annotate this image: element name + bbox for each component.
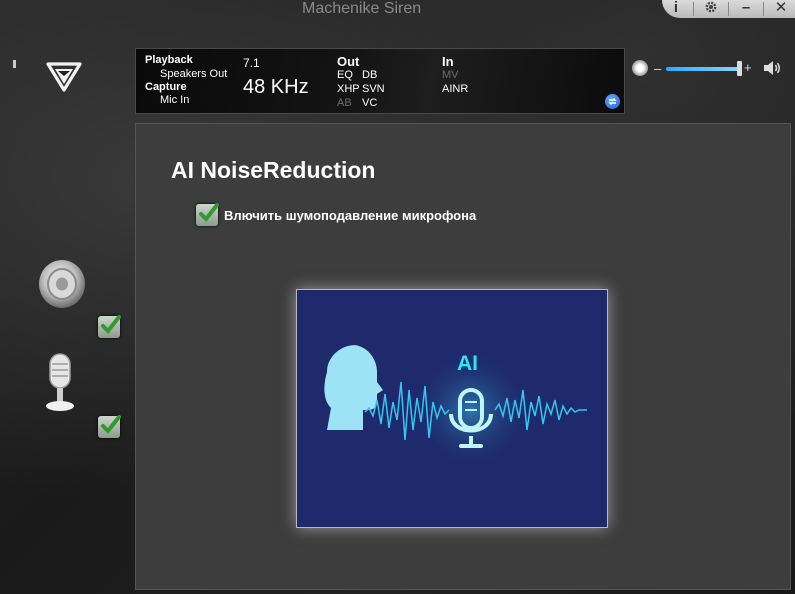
volume-control: – + bbox=[632, 59, 787, 79]
speaker-checkbox[interactable] bbox=[98, 315, 121, 338]
out-header: Out bbox=[337, 54, 360, 69]
in-header: In bbox=[442, 54, 454, 69]
capture-device: Mic In bbox=[160, 94, 190, 106]
volume-plus[interactable]: + bbox=[744, 60, 752, 75]
refresh-icon bbox=[608, 98, 617, 105]
status-panel: Playback Speakers Out Capture Mic In 7.1… bbox=[135, 48, 625, 114]
main-panel: AI NoiseReduction Влючить шумоподавление… bbox=[135, 123, 791, 590]
noise-reduction-label: Влючить шумоподавление микрофона bbox=[224, 207, 477, 223]
playback-label: Playback bbox=[145, 54, 193, 66]
window-title: Machenike Siren bbox=[302, 0, 422, 17]
settings-button[interactable] bbox=[700, 0, 722, 16]
out-item-xhp: XHP bbox=[337, 83, 360, 95]
divider bbox=[728, 2, 729, 16]
close-icon: ✕ bbox=[774, 0, 788, 16]
out-item-ab: AB bbox=[337, 97, 352, 109]
in-item-mv: MV bbox=[442, 69, 459, 81]
ai-illustration bbox=[324, 345, 587, 470]
gear-icon bbox=[705, 1, 717, 13]
out-item-eq: EQ bbox=[337, 69, 353, 81]
speaker-volume-icon[interactable] bbox=[762, 59, 782, 77]
minimize-icon: – bbox=[741, 0, 751, 16]
divider bbox=[693, 2, 694, 16]
microphone-icon[interactable] bbox=[42, 352, 78, 414]
info-button[interactable]: i bbox=[665, 0, 687, 16]
balance-knob[interactable] bbox=[632, 60, 648, 76]
volume-minus[interactable]: – bbox=[654, 61, 661, 76]
out-item-svn: SVN bbox=[362, 83, 385, 95]
refresh-button[interactable] bbox=[605, 94, 620, 109]
in-item-ainr: AINR bbox=[442, 83, 469, 95]
info-icon: i bbox=[673, 0, 679, 16]
channels-value: 7.1 bbox=[243, 56, 260, 70]
capture-label: Capture bbox=[145, 81, 187, 93]
window-controls: i – ✕ bbox=[662, 0, 795, 18]
playback-device: Speakers Out bbox=[160, 68, 228, 80]
edge-marker bbox=[13, 60, 16, 68]
volume-slider-thumb[interactable] bbox=[737, 61, 742, 76]
sample-rate-value: 48 KHz bbox=[243, 76, 309, 98]
out-item-vc: VC bbox=[362, 97, 378, 109]
noise-reduction-checkbox[interactable] bbox=[196, 203, 219, 226]
checkmark-icon bbox=[199, 203, 219, 223]
out-item-db: DB bbox=[362, 69, 378, 81]
noise-reduction-option[interactable]: Влючить шумоподавление микрофона bbox=[196, 203, 477, 226]
volume-slider[interactable] bbox=[666, 67, 740, 71]
ai-noise-reduction-image: AI bbox=[296, 289, 608, 528]
page-title: AI NoiseReduction bbox=[171, 157, 376, 183]
checkmark-icon bbox=[101, 315, 121, 335]
ai-image-text: AI bbox=[457, 352, 478, 375]
checkmark-icon bbox=[101, 415, 121, 435]
logo-icon bbox=[46, 62, 82, 92]
minimize-button[interactable]: – bbox=[735, 0, 757, 16]
microphone-checkbox[interactable] bbox=[98, 415, 121, 438]
head-silhouette-icon bbox=[324, 345, 383, 430]
close-button[interactable]: ✕ bbox=[770, 0, 792, 16]
divider bbox=[763, 2, 764, 16]
speaker-icon[interactable] bbox=[36, 258, 88, 310]
